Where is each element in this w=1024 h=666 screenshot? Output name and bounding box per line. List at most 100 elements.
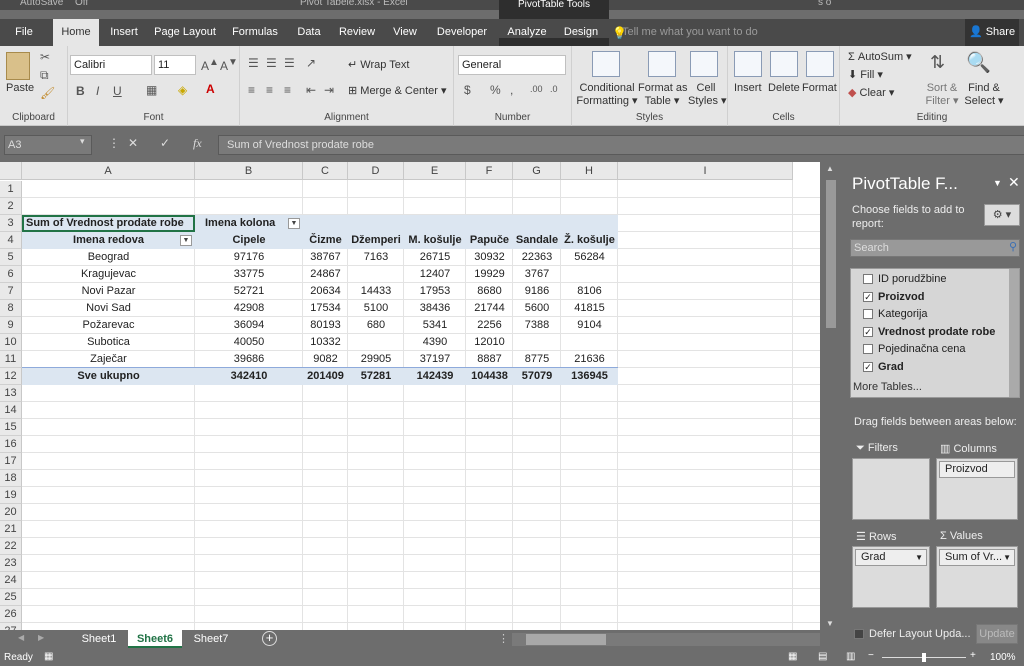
field-checkbox[interactable] — [863, 274, 873, 285]
row-header-26[interactable]: 26 — [0, 606, 22, 623]
field-checkbox[interactable] — [863, 344, 873, 355]
value-cell[interactable]: 21744 — [466, 300, 513, 317]
value-cell[interactable]: 41815 — [561, 300, 618, 317]
value-cell[interactable]: 4390 — [404, 334, 466, 351]
percent-button[interactable]: % — [490, 83, 501, 97]
product-header[interactable]: Papuče — [466, 232, 513, 249]
increase-indent-icon[interactable]: ⇥ — [324, 83, 334, 97]
name-box-dropdown-icon[interactable]: ▾ — [80, 136, 85, 147]
scroll-down-icon[interactable]: ▼ — [826, 619, 834, 628]
page-layout-view-icon[interactable]: ▤ — [818, 651, 827, 662]
row-header-7[interactable]: 7 — [0, 283, 22, 300]
sort-filter-icon[interactable]: ⇅ — [930, 52, 945, 73]
value-cell[interactable]: 8775 — [513, 351, 561, 368]
row-header-11[interactable]: 11 — [0, 351, 22, 368]
tab-view[interactable]: View — [386, 19, 424, 46]
close-pane-icon[interactable]: ✕ — [1008, 174, 1020, 191]
underline-button[interactable]: U — [113, 84, 122, 98]
product-header[interactable]: M. košulje — [404, 232, 466, 249]
update-button[interactable]: Update — [976, 624, 1018, 644]
field-checkbox[interactable]: ✓ — [863, 291, 873, 302]
zoom-in-icon[interactable]: + — [970, 650, 976, 661]
value-cell[interactable]: 39686 — [195, 351, 303, 368]
find-select-button[interactable]: Find & Select ▾ — [962, 82, 1006, 108]
conditional-formatting-button[interactable]: Conditional Formatting ▾ — [576, 82, 638, 108]
value-cell[interactable]: 29905 — [348, 351, 404, 368]
value-cell[interactable] — [561, 334, 618, 351]
row-header-21[interactable]: 21 — [0, 521, 22, 538]
value-cell[interactable]: 37197 — [404, 351, 466, 368]
city-label[interactable]: Novi Sad — [22, 300, 195, 317]
row-header-14[interactable]: 14 — [0, 402, 22, 419]
grand-total-value[interactable]: 201409 — [303, 368, 348, 385]
row-header-22[interactable]: 22 — [0, 538, 22, 555]
pivot-values-label[interactable]: Sum of Vrednost prodate robe — [22, 215, 195, 232]
values-area[interactable]: Sum of Vr... ▼ — [936, 546, 1018, 608]
align-center-icon[interactable]: ≡ — [266, 83, 273, 97]
copy-icon[interactable]: ⧉ — [40, 68, 49, 83]
value-cell[interactable]: 97176 — [195, 249, 303, 266]
row-header-24[interactable]: 24 — [0, 572, 22, 589]
row-header-13[interactable]: 13 — [0, 385, 22, 402]
filters-area[interactable] — [852, 458, 930, 520]
sheet-tab-sheet7[interactable]: Sheet7 — [186, 630, 236, 648]
row-header-5[interactable]: 5 — [0, 249, 22, 266]
field-list-scrollbar[interactable] — [1009, 269, 1019, 397]
field-item-4[interactable]: Pojedinačna cena — [863, 341, 965, 358]
borders-icon[interactable]: ▦ — [146, 83, 157, 97]
add-sheet-button[interactable]: + — [262, 631, 277, 646]
value-cell[interactable]: 5600 — [513, 300, 561, 317]
value-cell[interactable]: 8106 — [561, 283, 618, 300]
column-filter-dropdown-icon[interactable]: ▼ — [288, 218, 300, 229]
grand-total-value[interactable]: 104438 — [466, 368, 513, 385]
row-header-20[interactable]: 20 — [0, 504, 22, 521]
value-cell[interactable]: 2256 — [466, 317, 513, 334]
row-header-10[interactable]: 10 — [0, 334, 22, 351]
value-cell[interactable]: 21636 — [561, 351, 618, 368]
value-cell[interactable]: 20634 — [303, 283, 348, 300]
values-item-sum[interactable]: Sum of Vr... ▼ — [939, 549, 1015, 566]
bold-button[interactable]: B — [76, 84, 85, 98]
value-cell[interactable]: 24867 — [303, 266, 348, 283]
format-cells-icon[interactable] — [806, 51, 834, 77]
horizontal-scroll-thumb[interactable] — [526, 634, 606, 645]
product-header[interactable]: Džemperi — [348, 232, 404, 249]
value-cell[interactable]: 9104 — [561, 317, 618, 334]
row-header-17[interactable]: 17 — [0, 453, 22, 470]
value-cell[interactable] — [513, 334, 561, 351]
align-bottom-icon[interactable]: ☰ — [284, 56, 295, 70]
row-header-9[interactable]: 9 — [0, 317, 22, 334]
rows-item-dropdown-icon[interactable]: ▼ — [915, 550, 923, 565]
zoom-slider-thumb[interactable] — [922, 653, 926, 662]
value-cell[interactable]: 22363 — [513, 249, 561, 266]
city-label[interactable]: Subotica — [22, 334, 195, 351]
column-header-c[interactable]: C — [303, 162, 348, 180]
city-label[interactable]: Kragujevac — [22, 266, 195, 283]
vertical-scroll-thumb[interactable] — [826, 180, 836, 328]
align-middle-icon[interactable]: ☰ — [266, 56, 277, 70]
rows-area[interactable]: Grad ▼ — [852, 546, 930, 608]
value-cell[interactable]: 30932 — [466, 249, 513, 266]
product-header[interactable]: Sandale — [513, 232, 561, 249]
decrease-font-icon[interactable]: A▼ — [220, 57, 238, 73]
tab-analyze[interactable]: Analyze — [503, 19, 551, 46]
tab-home[interactable]: Home — [53, 19, 99, 46]
prev-sheet-icon[interactable]: ◀ — [18, 633, 24, 642]
conditional-formatting-icon[interactable] — [592, 51, 620, 77]
product-header[interactable]: Cipele — [195, 232, 303, 249]
field-item-2[interactable]: Kategorija — [863, 306, 928, 323]
horizontal-scrollbar[interactable] — [512, 633, 820, 646]
value-cell[interactable] — [348, 334, 404, 351]
italic-button[interactable]: I — [96, 84, 99, 98]
currency-button[interactable]: $ — [464, 83, 471, 97]
fill-button[interactable]: ⬇ Fill ▾ — [848, 68, 883, 81]
decrease-decimal-icon[interactable]: .0 — [550, 84, 558, 94]
font-name-dropdown[interactable]: Calibri — [70, 55, 152, 75]
tab-developer[interactable]: Developer — [430, 19, 494, 46]
more-tables-link[interactable]: More Tables... — [853, 381, 922, 393]
column-header-f[interactable]: F — [466, 162, 513, 180]
rows-item-grad[interactable]: Grad ▼ — [855, 549, 927, 566]
value-cell[interactable]: 14433 — [348, 283, 404, 300]
normal-view-icon[interactable]: ▦ — [788, 651, 797, 662]
split-handle-icon[interactable]: ⋮ — [498, 632, 509, 645]
